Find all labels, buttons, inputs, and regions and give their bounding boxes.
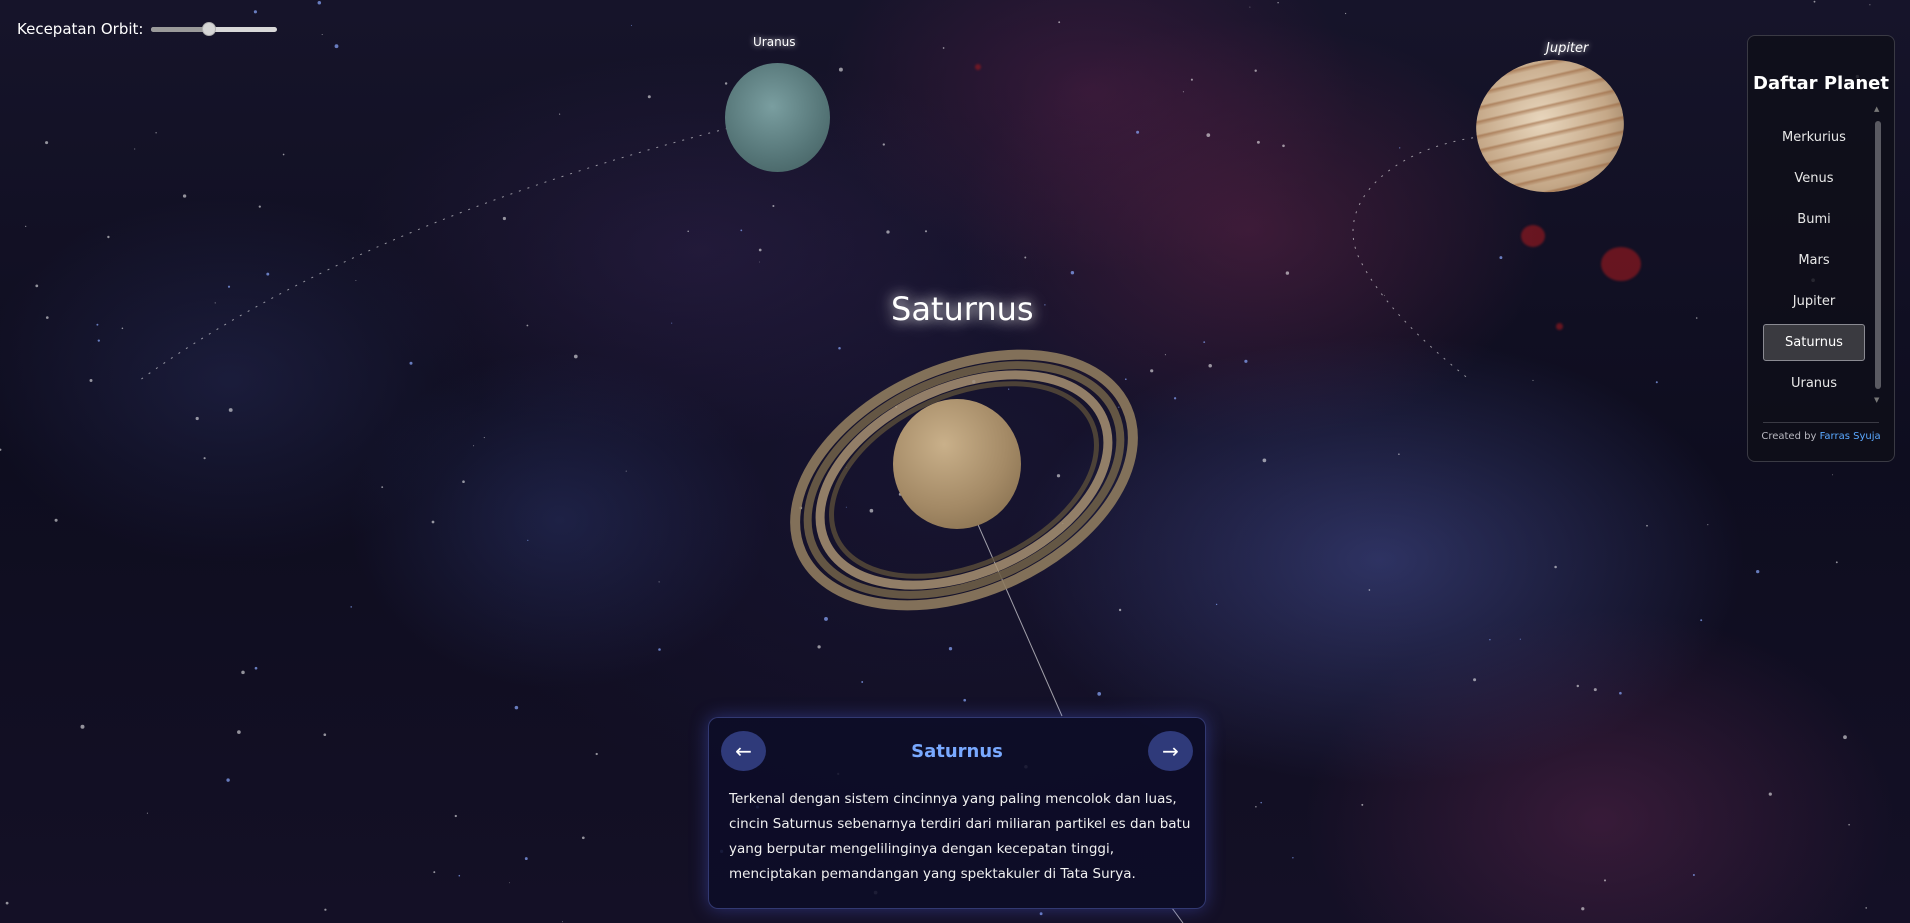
orbit-speed-slider[interactable]: [151, 22, 278, 36]
planet-list-item[interactable]: Bumi: [1763, 201, 1865, 238]
planet-list-item[interactable]: Saturnus: [1763, 324, 1865, 361]
selected-planet-title: Saturnus: [891, 290, 1034, 328]
author-link[interactable]: Farras Syuja: [1820, 431, 1881, 442]
description-line: cincin Saturnus sebenarnya terdiri dari …: [729, 816, 1191, 832]
scroll-down-icon[interactable]: ▼: [1874, 396, 1879, 404]
scrollbar-thumb[interactable]: [1875, 121, 1881, 389]
slider-thumb[interactable]: [202, 22, 217, 36]
planet-list-item[interactable]: Uranus: [1763, 365, 1865, 402]
credit-text: Created by Farras Syuja: [1748, 431, 1894, 442]
red-asteroid: [1556, 323, 1563, 330]
jupiter-label: Jupiter: [1546, 41, 1589, 56]
orbit-speed-label: Kecepatan Orbit:: [17, 20, 144, 38]
planet-list-item[interactable]: Merkurius: [1763, 119, 1865, 156]
credit-prefix: Created by: [1761, 431, 1817, 442]
planet-list-scrollbar[interactable]: ▲ ▼: [1874, 105, 1881, 404]
uranus-orbit-path: [139, 123, 746, 381]
panel-divider: [1763, 422, 1879, 423]
saturn-orbit-path-lower: [1171, 907, 1184, 923]
description-line: Terkenal dengan sistem cincinnya yang pa…: [729, 791, 1177, 807]
slider-fill: [151, 27, 210, 32]
saturn-planet[interactable]: [893, 399, 1021, 529]
jupiter-orbit-path: [1352, 134, 1501, 381]
planet-description: Terkenal dengan sistem cincinnya yang pa…: [729, 787, 1191, 887]
description-line: yang berputar mengelilinginya dengan kec…: [729, 841, 1115, 857]
planet-list-item[interactable]: Venus: [1763, 160, 1865, 197]
scroll-up-icon[interactable]: ▲: [1874, 105, 1879, 113]
info-card-title: Saturnus: [911, 741, 1003, 762]
planet-info-card: ← Saturnus → Terkenal dengan sistem cinc…: [708, 717, 1206, 909]
uranus-planet[interactable]: [725, 63, 830, 172]
red-asteroid: [1521, 225, 1545, 247]
description-line: menciptakan pemandangan yang spektakuler…: [729, 866, 1136, 882]
planet-list-panel: Daftar Planet Merkurius Venus Bumi Mars Jupi…: [1747, 35, 1895, 462]
planet-list-item[interactable]: Jupiter: [1763, 283, 1865, 320]
orbit-speed-control: Kecepatan Orbit:: [17, 20, 278, 38]
next-planet-button[interactable]: →: [1148, 731, 1193, 771]
planet-list: Merkurius Venus Bumi Mars Jupiter Saturnus Ura…: [1763, 119, 1865, 406]
red-asteroid: [975, 64, 981, 70]
uranus-label: Uranus: [753, 35, 796, 49]
planet-list-item[interactable]: Mars: [1763, 242, 1865, 279]
red-asteroid: [1601, 247, 1641, 281]
planet-list-title: Daftar Planet: [1753, 73, 1889, 94]
